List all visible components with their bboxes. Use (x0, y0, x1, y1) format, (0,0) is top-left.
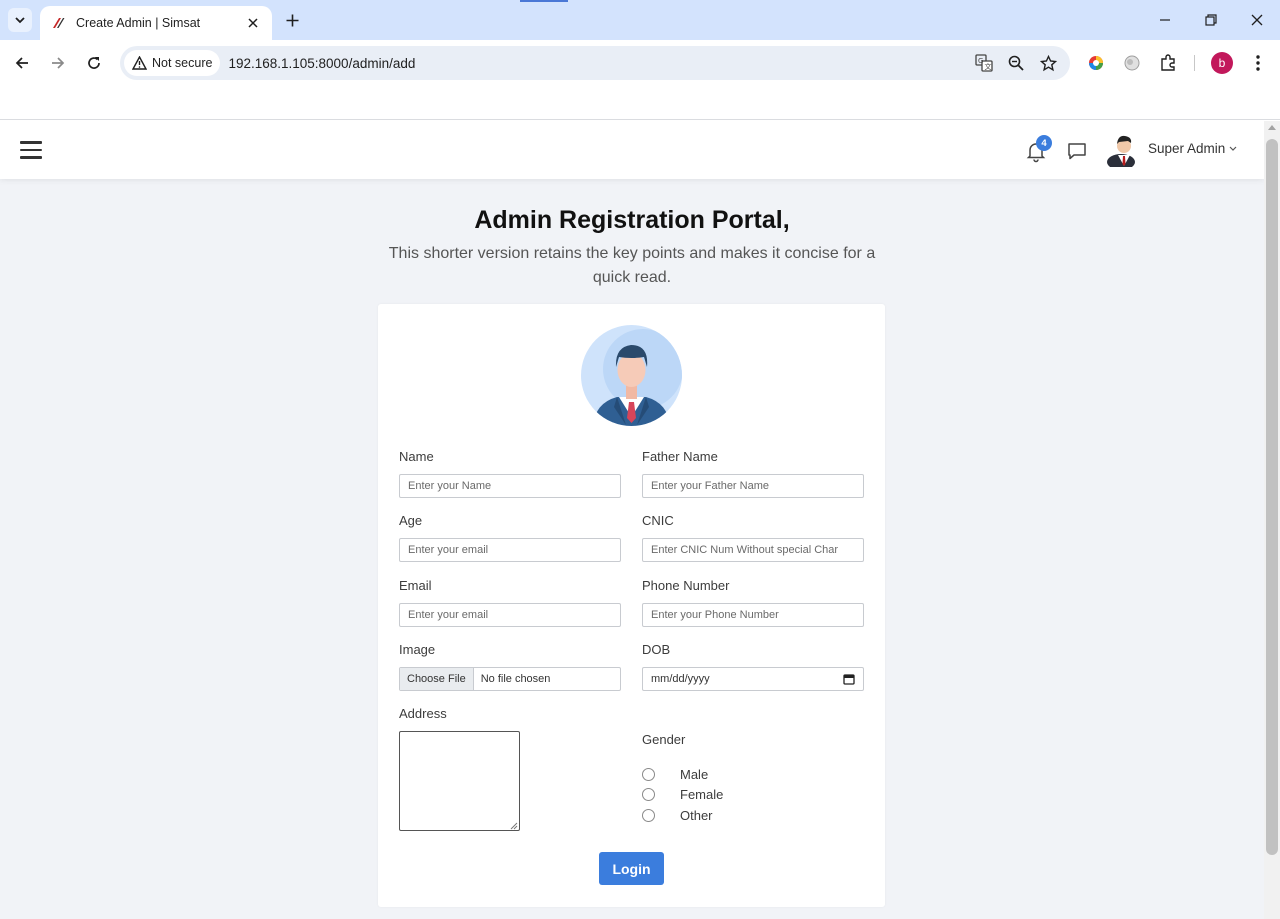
user-avatar[interactable] (1107, 131, 1141, 167)
scrollbar-thumb[interactable] (1266, 139, 1278, 855)
bookmarks-bar (0, 86, 1280, 120)
radio-label: Male (680, 767, 709, 782)
translate-icon[interactable]: G文 (972, 51, 996, 75)
image-file-input[interactable]: Choose File No file chosen (399, 667, 621, 691)
profile-avatar[interactable]: b (1211, 52, 1233, 74)
father-name-input[interactable] (642, 474, 864, 498)
browser-toolbar: Not secure 192.168.1.105:8000/admin/add … (0, 40, 1280, 86)
toolbar-separator (1194, 55, 1195, 71)
radio-label: Female (680, 787, 724, 802)
close-window-button[interactable] (1245, 8, 1269, 32)
browser-tab-active[interactable]: Create Admin | Simsat (40, 6, 272, 40)
bookmark-star-icon[interactable] (1036, 51, 1060, 75)
dob-label: DOB (642, 642, 671, 657)
file-status-text: No file chosen (480, 673, 551, 685)
phone-input[interactable] (642, 603, 864, 627)
page-title: Admin Registration Portal, (474, 206, 790, 234)
radio-button[interactable] (642, 788, 655, 801)
new-tab-button[interactable] (281, 9, 303, 31)
color-extension-icon[interactable] (1084, 51, 1108, 75)
close-tab-icon[interactable] (244, 14, 262, 32)
minimize-window-button[interactable] (1153, 8, 1177, 32)
choose-file-button[interactable]: Choose File (400, 668, 474, 690)
name-label: Name (399, 449, 434, 464)
tab-search-button[interactable] (8, 8, 32, 32)
tab-title: Create Admin | Simsat (76, 16, 201, 30)
gender-label: Gender (642, 732, 686, 747)
cnic-input[interactable] (642, 538, 864, 562)
browser-tabstrip: Create Admin | Simsat (0, 0, 1280, 40)
father-name-label: Father Name (642, 449, 718, 464)
app-topbar: 4 Super Admin (0, 121, 1264, 179)
age-input[interactable] (399, 538, 621, 562)
gender-option-other[interactable]: Other (642, 808, 713, 823)
security-label: Not secure (152, 56, 213, 70)
simsat-favicon-icon (53, 18, 65, 28)
radio-button[interactable] (642, 809, 655, 822)
close-icon (1251, 14, 1263, 26)
puzzle-extensions-icon[interactable] (1156, 51, 1180, 75)
calendar-icon[interactable] (843, 673, 855, 685)
scroll-up-icon[interactable] (1268, 125, 1276, 130)
user-name[interactable]: Super Admin (1148, 141, 1225, 156)
svg-text:G: G (978, 57, 983, 65)
arrow-left-icon (15, 57, 28, 69)
tab-loading-indicator (520, 0, 568, 2)
radio-label: Other (680, 808, 713, 823)
gender-option-male[interactable]: Male (642, 767, 708, 782)
dob-input[interactable]: mm/dd/yyyy (642, 667, 864, 691)
address-bar[interactable]: Not secure 192.168.1.105:8000/admin/add … (120, 46, 1070, 80)
registration-form-card: Name Father Name Age CNIC Email Phone Nu… (378, 304, 885, 907)
security-chip[interactable]: Not secure (124, 50, 221, 76)
page-scrollbar[interactable] (1264, 121, 1280, 919)
restore-window-button[interactable] (1199, 8, 1223, 32)
warning-triangle-icon (132, 56, 147, 70)
email-input[interactable] (399, 603, 621, 627)
menu-toggle-icon[interactable] (20, 141, 42, 159)
plus-icon (286, 14, 298, 26)
url-text[interactable]: 192.168.1.105:8000/admin/add (228, 56, 415, 71)
chat-icon[interactable] (1066, 140, 1088, 162)
submit-button[interactable]: Login (599, 852, 664, 885)
forward-button[interactable] (45, 50, 71, 76)
dob-placeholder: mm/dd/yyyy (651, 673, 710, 685)
reload-icon (88, 57, 100, 69)
phone-label: Phone Number (642, 578, 730, 593)
back-button[interactable] (9, 50, 35, 76)
zoom-icon[interactable] (1004, 51, 1028, 75)
radio-button[interactable] (642, 768, 655, 781)
email-label: Email (399, 578, 432, 593)
restore-icon (1205, 14, 1217, 26)
page-subtitle: This shorter version retains the key poi… (388, 245, 876, 286)
age-label: Age (399, 513, 423, 528)
notification-badge: 4 (1036, 135, 1052, 151)
image-label: Image (399, 642, 436, 657)
cnic-label: CNIC (642, 513, 674, 528)
chevron-down-icon[interactable] (1228, 143, 1238, 153)
page-viewport: 4 Super Admin Admin Registration Portal,… (0, 121, 1264, 919)
gender-option-female[interactable]: Female (642, 787, 723, 802)
address-label: Address (399, 706, 447, 721)
minimize-icon (1160, 19, 1170, 21)
arrow-right-icon (52, 57, 65, 69)
chevron-down-icon (15, 17, 25, 24)
svg-text:文: 文 (985, 62, 992, 71)
name-input[interactable] (399, 474, 621, 498)
address-textarea[interactable] (399, 731, 520, 831)
reload-button[interactable] (81, 50, 107, 76)
cloud-extension-icon[interactable] (1120, 51, 1144, 75)
more-menu-icon[interactable] (1246, 51, 1270, 75)
resize-grip-icon[interactable] (508, 820, 518, 830)
admin-avatar-illustration (581, 325, 682, 426)
